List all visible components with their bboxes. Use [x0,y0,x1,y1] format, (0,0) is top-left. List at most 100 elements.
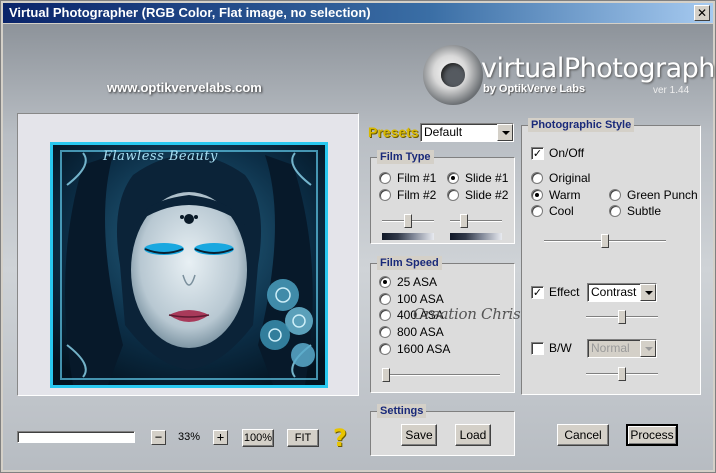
brand-subtitle: by OptikVerve Labs [483,83,586,95]
app-window: Virtual Photographer (RGB Color, Flat im… [0,0,716,473]
film-type-option-slide2[interactable]: Slide #2 [447,188,508,202]
film-speed-option-800[interactable]: 800 ASA [379,325,444,339]
asa1600-radio[interactable] [379,343,391,355]
style-onoff-toggle[interactable]: ✓ On/Off [531,146,584,160]
chevron-down-icon[interactable] [497,124,513,141]
asa100-radio[interactable] [379,293,391,305]
style-option-original[interactable]: Original [531,171,590,185]
slide-slider[interactable] [450,214,502,228]
asa800-label: 800 ASA [397,325,444,339]
bw-slider[interactable] [586,367,658,381]
chevron-down-icon [640,340,656,357]
film1-radio[interactable] [379,172,391,184]
preview-area: Flawless Beauty [17,113,359,396]
settings-panel: Settings [370,404,515,456]
brand-title: virtualPhotographer [481,53,716,84]
cool-label: Cool [549,204,574,218]
film-speed-option-1600[interactable]: 1600 ASA [379,342,450,356]
film-type-option-film2[interactable]: Film #2 [379,188,436,202]
settings-title: Settings [377,404,427,418]
website-link[interactable]: www.optikvervelabs.com [107,80,262,95]
effect-label: Effect [549,285,580,299]
effect-checkbox[interactable]: ✓ [531,285,544,299]
subtle-label: Subtle [627,204,662,218]
watermark-text: Creation Christa [413,305,535,323]
close-icon: ✕ [696,6,708,20]
effect-slider[interactable] [586,310,658,324]
bw-toggle[interactable]: B/W [531,341,572,355]
presets-value: Default [424,125,463,139]
slide-slider-thumb[interactable] [460,214,468,228]
bw-slider-thumb[interactable] [618,367,626,381]
window-title: Virtual Photographer (RGB Color, Flat im… [9,5,371,20]
effect-slider-thumb[interactable] [618,310,626,324]
style-option-cool[interactable]: Cool [531,204,574,218]
bw-checkbox[interactable] [531,341,544,355]
onoff-label: On/Off [549,146,585,160]
film-speed-option-25[interactable]: 25 ASA [379,275,437,289]
subtle-radio[interactable] [609,205,621,217]
film-type-title: Film Type [377,150,434,164]
film2-radio[interactable] [379,189,391,201]
progress-bar [17,431,135,443]
save-button[interactable]: Save [401,424,437,446]
brand-logo-icon [423,45,483,105]
close-button[interactable]: ✕ [694,5,710,21]
zoom-in-button[interactable]: + [213,430,228,445]
effect-toggle[interactable]: ✓ Effect [531,285,579,299]
help-icon[interactable]: ? [333,424,347,452]
film2-label: Film #2 [397,188,437,202]
slide2-label: Slide #2 [465,188,509,202]
slide-slider-track [450,220,502,222]
film-speed-option-100[interactable]: 100 ASA [379,292,444,306]
title-bar[interactable]: Virtual Photographer (RGB Color, Flat im… [3,3,713,23]
bw-value: Normal [591,341,630,355]
slide1-radio[interactable] [447,172,459,184]
warm-radio[interactable] [531,189,543,201]
style-slider-thumb[interactable] [601,234,609,248]
film-speed-slider-thumb[interactable] [382,368,390,382]
film-speed-slider[interactable] [382,368,500,382]
asa25-radio[interactable] [379,276,391,288]
asa400-radio[interactable] [379,309,391,321]
presets-dropdown[interactable]: Default [420,123,514,142]
asa100-label: 100 ASA [397,292,444,306]
onoff-checkbox[interactable]: ✓ [531,146,544,160]
film-gradient-strip [382,233,434,240]
load-button[interactable]: Load [455,424,491,446]
preview-image-art [53,145,325,385]
asa800-radio[interactable] [379,326,391,338]
style-option-warm[interactable]: Warm [531,188,581,202]
zoom-fit-button[interactable]: FIT [287,429,319,447]
style-slider[interactable] [544,234,666,248]
version-label: ver 1.44 [653,85,690,96]
presets-label: Presets [368,124,419,140]
film-speed-title: Film Speed [377,256,442,270]
cancel-button[interactable]: Cancel [557,424,609,446]
slide2-radio[interactable] [447,189,459,201]
warm-label: Warm [549,188,581,202]
asa1600-label: 1600 ASA [397,342,451,356]
photographic-style-title: Photographic Style [528,118,635,132]
slide1-label: Slide #1 [465,171,509,185]
film1-label: Film #1 [397,171,437,185]
effect-value: Contrast [591,285,637,299]
style-option-green-punch[interactable]: Green Punch [609,188,698,202]
film-slider-thumb[interactable] [404,214,412,228]
green-punch-radio[interactable] [609,189,621,201]
style-option-subtle[interactable]: Subtle [609,204,661,218]
zoom-out-button[interactable]: − [151,430,166,445]
cool-radio[interactable] [531,205,543,217]
film-slider[interactable] [382,214,434,228]
green-punch-label: Green Punch [627,188,698,202]
process-button[interactable]: Process [626,424,678,446]
preview-image[interactable]: Flawless Beauty [50,142,328,388]
film-type-option-film1[interactable]: Film #1 [379,171,436,185]
chevron-down-icon[interactable] [640,284,656,301]
original-radio[interactable] [531,172,543,184]
film-type-option-slide1[interactable]: Slide #1 [447,171,508,185]
zoom-100-button[interactable]: 100% [242,429,274,447]
bw-label: B/W [549,341,572,355]
effect-dropdown[interactable]: Contrast [587,283,657,302]
asa25-label: 25 ASA [397,275,438,289]
